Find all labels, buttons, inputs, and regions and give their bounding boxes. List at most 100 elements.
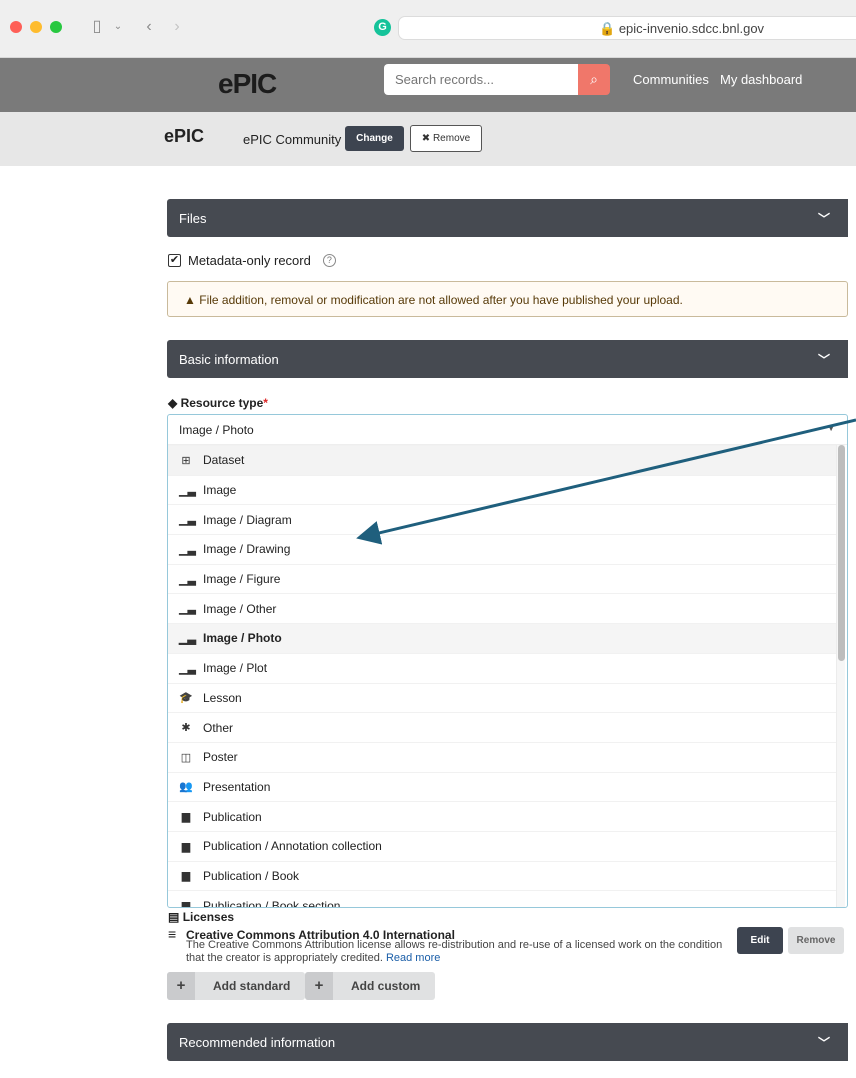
search-box — [384, 64, 578, 95]
minimize-window-button[interactable] — [30, 21, 42, 33]
resource-type-option[interactable]: ▆ Publication / Book — [168, 860, 837, 891]
file-icon: ▆ — [181, 840, 191, 853]
chevron-down-icon: ﹀ — [817, 1036, 830, 1050]
remove-license-button[interactable]: Remove — [788, 927, 844, 954]
asterisk-icon: ✱ — [181, 722, 191, 735]
edit-license-button[interactable]: Edit — [737, 927, 783, 954]
browser-toolbar: ▯ ⌄ ‹ › G 🔒 epic-invenio.sdcc.bnl.gov — [0, 0, 856, 58]
licenses-label: ▤ Licenses — [168, 910, 235, 924]
metadata-only-label: Metadata-only record — [188, 253, 311, 268]
read-more-link[interactable]: Read more — [386, 952, 440, 964]
resource-type-dropdown[interactable]: Image / Photo ▼ ⊞ Dataset ▁▃ Image ▁▃ Image /… — [167, 414, 848, 908]
dropdown-scrollbar[interactable] — [836, 445, 845, 907]
chart-icon: ▁▃ — [179, 662, 196, 675]
community-name: ePIC Community — [243, 132, 342, 147]
search-input[interactable] — [384, 64, 578, 95]
files-section-title: Files — [179, 211, 207, 226]
drag-handle-icon[interactable]: ≡ — [168, 926, 176, 942]
chevron-down-icon[interactable]: ⌄ — [112, 15, 124, 39]
metadata-only-checkbox[interactable]: ✔ — [168, 254, 181, 267]
resource-type-option-label: Image / Photo — [203, 631, 282, 646]
close-window-button[interactable] — [10, 21, 22, 33]
warning-text: File addition, removal or modification a… — [199, 293, 683, 307]
resource-type-option-label: Publication / Book section — [203, 898, 341, 908]
tag-icon: ◆ — [168, 396, 178, 410]
resource-type-option-label: Dataset — [203, 453, 245, 468]
basic-information-accordion-header[interactable]: Basic information ﹀ — [167, 340, 848, 378]
chart-icon: ▁▃ — [179, 484, 196, 497]
window-controls — [10, 21, 62, 33]
add-custom-license-button[interactable]: + Add custom — [305, 972, 436, 1000]
resource-type-option[interactable]: ✱ Other — [168, 712, 837, 742]
resource-type-option-label: Image — [203, 483, 237, 498]
basic-information-title: Basic information — [179, 352, 279, 367]
site-header: ePIC ⌕ Communities My dashboard — [0, 58, 856, 112]
chevron-down-icon: ﹀ — [817, 353, 830, 367]
dropdown-caret-icon: ▼ — [827, 424, 835, 433]
resource-type-option-label: Image / Plot — [203, 661, 268, 676]
sidebar-toggle-icon[interactable]: ▯ — [88, 15, 106, 39]
address-bar[interactable]: 🔒 epic-invenio.sdcc.bnl.gov — [398, 16, 856, 40]
search-button[interactable]: ⌕ — [578, 64, 610, 95]
community-logo: ePIC — [164, 126, 205, 146]
resource-type-option[interactable]: ▁▃ Image / Other — [168, 593, 837, 623]
forward-icon[interactable]: › — [170, 15, 184, 39]
metadata-only-row: ✔ Metadata-only record ? — [168, 253, 336, 268]
back-icon[interactable]: ‹ — [142, 15, 156, 39]
warning-icon: ▲ — [184, 293, 196, 307]
nav-dashboard-link[interactable]: My dashboard — [720, 72, 802, 87]
file-icon: ▆ — [181, 900, 191, 908]
chart-icon: ▁▃ — [179, 573, 196, 586]
resource-type-option[interactable]: ▁▃ Image / Drawing — [168, 534, 837, 564]
resource-type-option[interactable]: ▁▃ Image / Plot — [168, 652, 837, 683]
resource-type-selected-value[interactable]: Image / Photo ▼ — [168, 415, 847, 445]
resource-type-option[interactable]: ◫ Poster — [168, 741, 837, 772]
community-bar: ePIC ePIC Community Change ✖ Remove — [0, 112, 856, 166]
resource-type-option-label: Publication / Annotation collection — [203, 839, 382, 854]
resource-type-option[interactable]: ▁▃ Image / Diagram — [168, 504, 837, 534]
users-icon: 👥 — [179, 781, 193, 794]
help-icon[interactable]: ? — [322, 254, 336, 267]
resource-type-option-label: Image / Drawing — [203, 542, 291, 557]
chevron-down-icon: ﹀ — [817, 212, 830, 226]
chart-icon: ▁▃ — [179, 603, 196, 616]
upload-warning-message: ▲ File addition, removal or modification… — [167, 281, 848, 317]
chart-icon: ▁▃ — [179, 514, 196, 527]
url-text: 🔒 epic-invenio.sdcc.bnl.gov — [599, 21, 765, 36]
resource-type-option[interactable]: ▆ Publication / Annotation collection — [168, 830, 837, 861]
resource-type-option[interactable]: ▁▃ Image — [168, 474, 837, 505]
resource-type-option[interactable]: 👥 Presentation — [168, 771, 837, 802]
change-community-button[interactable]: Change — [345, 126, 404, 151]
table-icon: ⊞ — [181, 454, 191, 467]
file-icon: ▆ — [181, 870, 191, 883]
grammarly-extension-icon[interactable]: G — [374, 19, 391, 36]
plus-icon: + — [167, 972, 195, 1000]
maximize-window-button[interactable] — [50, 21, 62, 33]
resource-type-option-label: Presentation — [203, 779, 271, 794]
site-logo[interactable]: ePIC — [218, 68, 277, 100]
chart-icon: ▁▃ — [179, 632, 196, 645]
resource-type-option-label: Poster — [203, 750, 238, 765]
add-standard-license-button[interactable]: + Add standard — [167, 972, 306, 1000]
resource-type-option[interactable]: ▁▃ Image / Figure — [168, 563, 837, 594]
nav-communities-link[interactable]: Communities — [633, 72, 709, 87]
columns-icon: ◫ — [180, 751, 192, 764]
recommended-information-title: Recommended information — [179, 1035, 336, 1050]
license-description: The Creative Commons Attribution license… — [186, 939, 723, 964]
resource-type-option[interactable]: ▁▃ Image / Photo — [168, 623, 837, 653]
resource-type-option[interactable]: 🎓 Lesson — [168, 682, 837, 713]
recommended-information-accordion-header[interactable]: Recommended information ﹀ — [167, 1023, 848, 1061]
resource-type-option[interactable]: ⊞ Dataset — [168, 445, 837, 475]
graduation-cap-icon: 🎓 — [179, 692, 193, 705]
resource-type-label: ◆ Resource type* — [168, 396, 268, 410]
required-marker: * — [263, 396, 268, 410]
scrollbar-thumb[interactable] — [838, 445, 845, 661]
resource-type-option[interactable]: ▆ Publication — [168, 801, 837, 831]
resource-type-option-label: Image / Figure — [203, 572, 281, 587]
files-accordion-header[interactable]: Files ﹀ — [167, 199, 848, 237]
resource-type-option-label: Image / Diagram — [203, 512, 292, 527]
remove-community-button[interactable]: ✖ Remove — [410, 125, 482, 152]
resource-type-option-label: Image / Other — [203, 601, 277, 616]
resource-type-options: ⊞ Dataset ▁▃ Image ▁▃ Image / Diagram ▁▃ Image … — [168, 445, 837, 908]
resource-type-option[interactable]: ▆ Publication / Book section — [168, 890, 837, 908]
